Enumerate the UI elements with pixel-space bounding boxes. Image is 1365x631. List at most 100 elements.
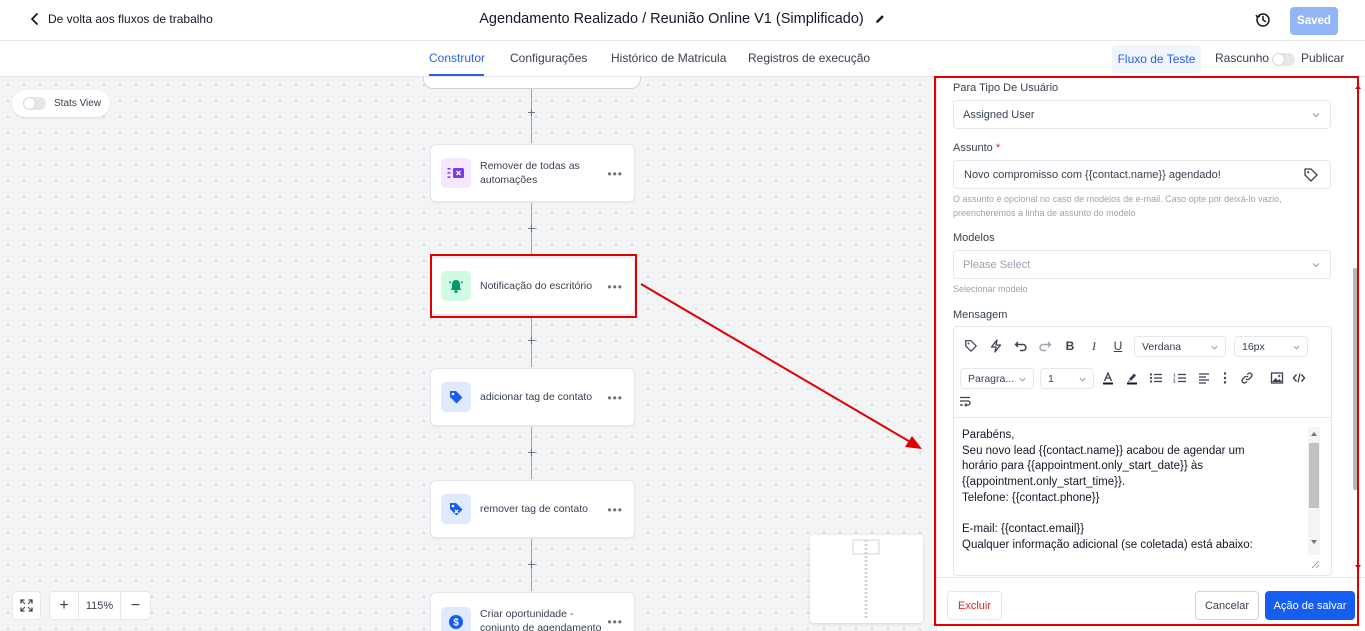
node-menu-icon[interactable]: ••• — [607, 391, 623, 405]
workflow-node-add-tag[interactable]: adicionar tag de contato ••• — [430, 368, 635, 426]
templates-help-text: Selecionar modelo — [953, 284, 1028, 294]
node-label: adicionar tag de contato — [480, 391, 593, 403]
message-label: Mensagem — [953, 309, 1008, 321]
message-line: Qualquer informação adicional (se coleta… — [962, 538, 1253, 551]
toggle-switch[interactable] — [23, 97, 46, 110]
saved-button[interactable]: Saved — [1290, 7, 1338, 35]
tab-historico[interactable]: Histórico de Matricula — [611, 51, 726, 65]
history-icon[interactable] — [1254, 11, 1272, 29]
templates-select[interactable]: Please Select — [953, 250, 1331, 279]
publish-label: Publicar — [1301, 51, 1345, 65]
more-options-icon[interactable] — [1217, 370, 1233, 386]
font-family-select[interactable]: Verdana — [1134, 336, 1226, 357]
user-type-select[interactable]: Assigned User — [953, 100, 1331, 129]
redo-icon[interactable] — [1037, 338, 1053, 354]
line-height-value: 1 — [1048, 372, 1054, 385]
node-menu-icon[interactable]: ••• — [607, 615, 623, 629]
active-tab-indicator — [429, 74, 484, 76]
tab-registros[interactable]: Registros de execução — [748, 51, 870, 65]
highlight-color-icon[interactable] — [1124, 370, 1140, 386]
font-size-value: 16px — [1242, 340, 1265, 353]
pencil-icon[interactable] — [874, 13, 886, 25]
remove-workflow-icon — [441, 158, 471, 188]
node-label: remover tag de contato — [480, 503, 588, 515]
numbered-list-icon[interactable]: 123 — [1172, 370, 1188, 386]
scroll-up-icon[interactable] — [1310, 431, 1318, 437]
bold-icon[interactable]: B — [1062, 338, 1078, 354]
rich-text-editor[interactable]: B I U Verdana 16px Paragra... 1 1 2 3 Pa… — [953, 326, 1332, 576]
align-icon[interactable] — [1196, 370, 1212, 386]
font-family-value: Verdana — [1142, 340, 1182, 353]
add-step-plus-icon[interactable]: + — [526, 221, 537, 235]
subject-help-text: O assunto é opcional no caso de modelos … — [953, 194, 1282, 218]
link-icon[interactable] — [1239, 370, 1255, 386]
add-step-plus-icon[interactable]: + — [526, 333, 537, 347]
tag-icon[interactable] — [1303, 167, 1319, 183]
message-line: Parabéns, — [962, 429, 1015, 441]
node-menu-icon[interactable]: ••• — [607, 167, 623, 181]
text-color-icon[interactable] — [1100, 370, 1116, 386]
node-label: Criar oportunidade - conjunto de agendam… — [480, 608, 602, 631]
workflow-title: Agendamento Realizado / Reunião Online V… — [479, 11, 864, 27]
add-step-plus-icon[interactable]: + — [526, 557, 537, 571]
italic-icon[interactable]: I — [1086, 338, 1102, 354]
scroll-thumb[interactable] — [1309, 443, 1319, 508]
cancel-button[interactable]: Cancelar — [1195, 591, 1259, 620]
subject-value: Novo compromisso com {{contact.name}} ag… — [964, 168, 1221, 181]
workflow-canvas[interactable]: Stats View + + + + + Remover de todas as… — [0, 77, 934, 631]
underline-icon[interactable]: U — [1110, 338, 1126, 354]
scroll-down-icon[interactable] — [1310, 539, 1318, 545]
lightning-icon[interactable] — [988, 338, 1004, 354]
zoom-level: 115% — [79, 592, 121, 619]
subject-label: Assunto * — [953, 142, 1000, 154]
fit-view-button[interactable] — [12, 591, 41, 620]
minimap[interactable] — [810, 535, 923, 623]
publish-toggle[interactable] — [1272, 53, 1295, 66]
required-marker: * — [995, 142, 1001, 154]
undo-icon[interactable] — [1013, 338, 1029, 354]
paragraph-select[interactable]: Paragra... — [960, 368, 1034, 389]
node-menu-icon[interactable]: ••• — [607, 503, 623, 517]
user-type-label: Para Tipo De Usuário — [953, 82, 1059, 94]
svg-text:$: $ — [453, 618, 459, 629]
word-wrap-icon[interactable] — [957, 393, 973, 409]
save-action-button[interactable]: Ação de salvar — [1265, 591, 1355, 620]
scroll-down-icon[interactable] — [1354, 564, 1362, 570]
test-flow-button[interactable]: Fluxo de Teste — [1112, 45, 1201, 73]
subject-input[interactable]: Novo compromisso com {{contact.name}} ag… — [953, 160, 1331, 189]
scroll-up-icon[interactable] — [1354, 84, 1362, 90]
stats-view-toggle[interactable]: Stats View — [12, 90, 110, 117]
line-height-select[interactable]: 1 — [1040, 368, 1094, 389]
panel-scrollbar[interactable] — [1353, 268, 1358, 490]
message-line — [962, 507, 1331, 523]
top-bar: De volta aos fluxos de trabalho Agendame… — [0, 0, 1365, 41]
resize-handle-icon[interactable] — [1310, 559, 1320, 569]
font-size-select[interactable]: 16px — [1234, 336, 1308, 357]
templates-placeholder: Please Select — [963, 258, 1031, 271]
tab-configuracoes[interactable]: Configurações — [510, 51, 587, 65]
image-icon[interactable] — [1269, 370, 1285, 386]
templates-label: Modelos — [953, 232, 995, 244]
bullet-list-icon[interactable] — [1148, 370, 1164, 386]
tab-construtor[interactable]: Construtor — [429, 51, 485, 65]
previous-node-bottom — [423, 77, 641, 89]
editor-scrollbar[interactable] — [1308, 427, 1320, 555]
message-body[interactable]: Parabéns, Seu novo lead {{contact.name}}… — [954, 419, 1331, 575]
action-settings-panel: Para Tipo De Usuário Assigned User Assun… — [936, 77, 1365, 631]
tag-remove-icon — [441, 494, 471, 524]
source-code-icon[interactable] — [1291, 370, 1307, 386]
workflow-node-create-opportunity[interactable]: $ Criar oportunidade - conjunto de agend… — [430, 592, 635, 631]
node-label: Remover de todas as automações — [480, 160, 580, 186]
zoom-in-button[interactable]: + — [50, 592, 79, 619]
workflow-node-remove-tag[interactable]: remover tag de contato ••• — [430, 480, 635, 538]
delete-button[interactable]: Excluir — [947, 591, 1002, 620]
draft-label: Rascunho — [1215, 51, 1270, 65]
chevron-down-icon — [1293, 345, 1300, 350]
zoom-out-button[interactable]: − — [121, 592, 150, 619]
add-step-plus-icon[interactable]: + — [526, 105, 537, 119]
tag-icon[interactable] — [963, 338, 979, 354]
workflow-node-remove-automations[interactable]: Remover de todas as automações ••• — [430, 144, 635, 202]
add-step-plus-icon[interactable]: + — [526, 445, 537, 459]
message-line: Telefone: {{contact.phone}} — [962, 491, 1100, 504]
message-line: Seu novo lead {{contact.name}} acabou de… — [962, 444, 1245, 457]
